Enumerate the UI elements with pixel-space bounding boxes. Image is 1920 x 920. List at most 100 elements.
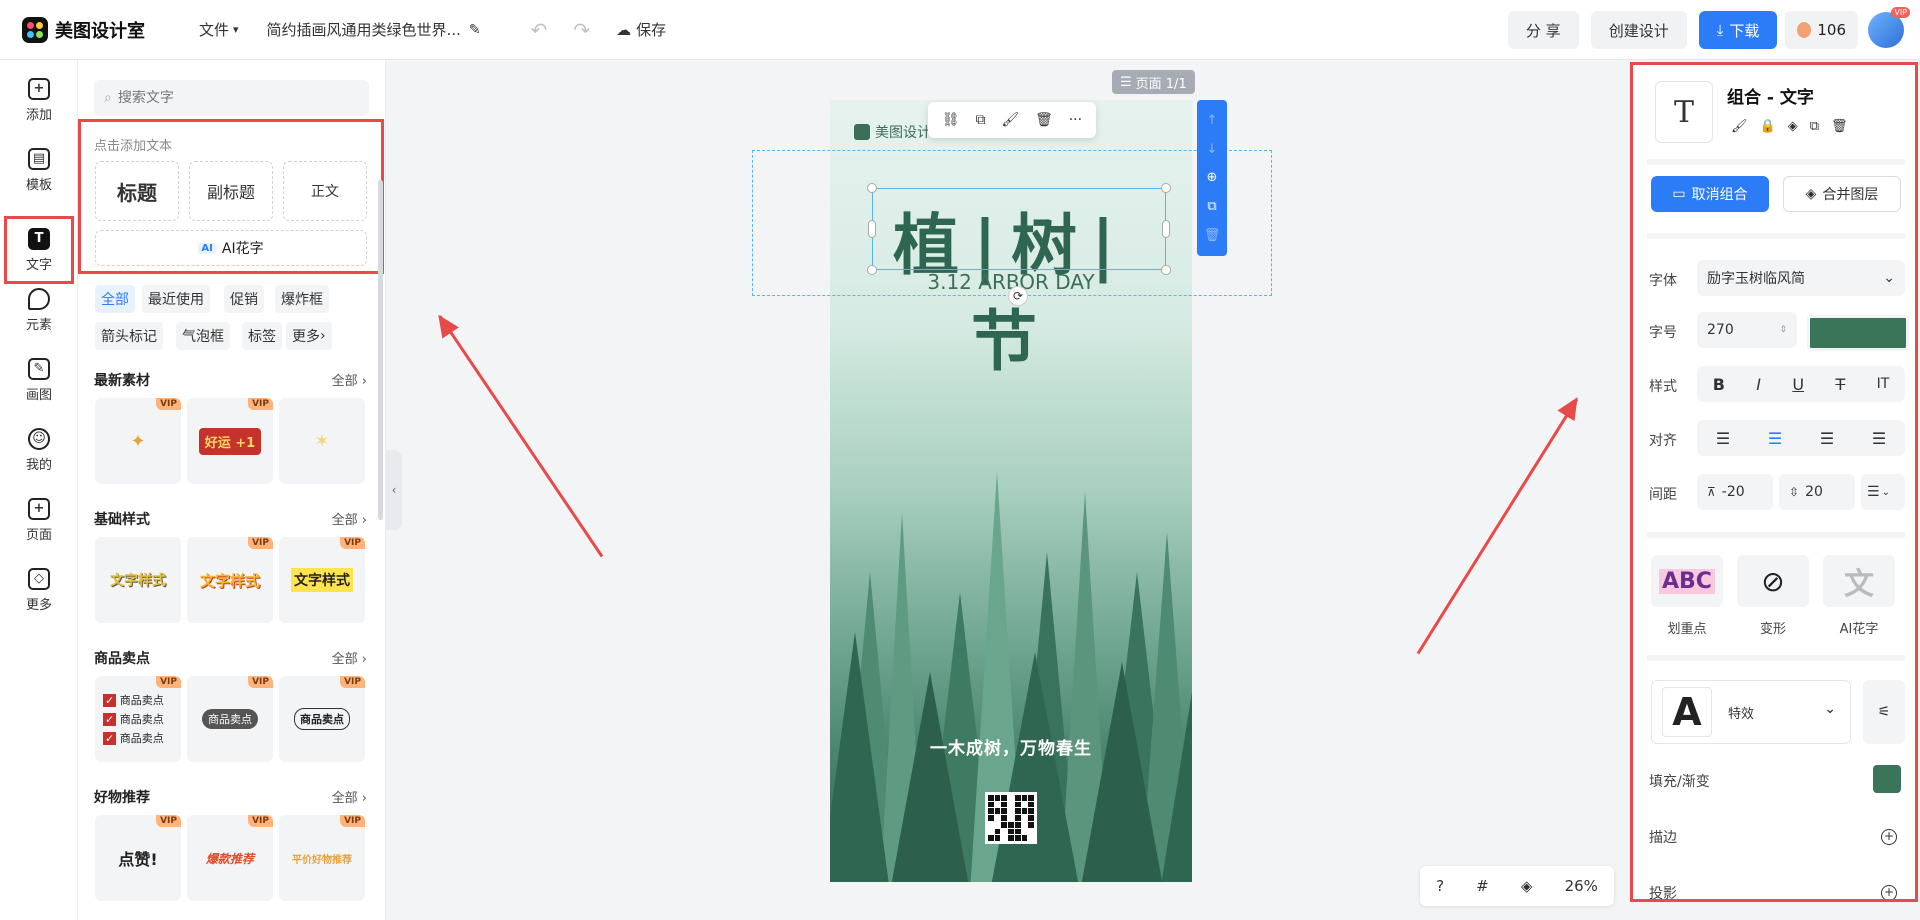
trash-icon[interactable]: 🗑 (1831, 119, 1848, 134)
create-design-button[interactable]: 创建设计 (1590, 11, 1687, 49)
add-subtitle-button[interactable]: 副标题 (189, 161, 273, 221)
line-spacing-input[interactable]: ⇳ 20 (1779, 474, 1855, 510)
resize-handle[interactable] (1162, 220, 1170, 238)
section-all-basic[interactable]: 全部 › (332, 509, 367, 528)
search-box[interactable]: ⌕ (94, 80, 369, 116)
font-select[interactable]: 励字玉树临风简 ⌄ (1697, 260, 1905, 296)
rail-item-template[interactable]: ▤ 模板 (6, 138, 72, 202)
fill-color-swatch[interactable] (1873, 765, 1901, 793)
unlink-icon[interactable]: ⛓ (942, 112, 960, 128)
ai-text-button[interactable]: AI AI花字 (95, 230, 367, 266)
recommend-tile[interactable]: 爆款推荐 VIP (187, 815, 273, 901)
search-input[interactable] (117, 90, 338, 106)
chip-tag[interactable]: 标签 (242, 322, 282, 350)
letter-spacing-input[interactable]: ⊼ -20 (1697, 474, 1773, 510)
strikethrough-icon[interactable]: T (1835, 375, 1845, 394)
avatar[interactable]: VIP (1868, 7, 1910, 48)
transform-card[interactable]: ⊘ (1737, 555, 1809, 607)
format-brush-icon[interactable]: 🖌 (1001, 112, 1019, 128)
resize-handle[interactable] (867, 183, 877, 193)
chip-burst[interactable]: 爆炸框 (275, 285, 329, 313)
duplicate-icon[interactable]: ⧉ (1810, 119, 1819, 134)
help-icon[interactable]: ? (1436, 877, 1444, 895)
align-right-icon[interactable]: ☰ (1820, 429, 1834, 448)
resize-handle[interactable] (1161, 183, 1171, 193)
rail-item-mine[interactable]: ☺ 我的 (6, 418, 72, 482)
add-title-button[interactable]: 标题 (95, 161, 179, 221)
panel-scrollbar[interactable] (378, 180, 383, 520)
resize-handle[interactable] (1161, 265, 1171, 275)
trash-icon[interactable]: 🗑 (1035, 112, 1053, 128)
chip-all[interactable]: 全部 (95, 285, 135, 313)
rail-item-more[interactable]: ◇ 更多 (6, 558, 72, 622)
page-badge[interactable]: ☰ 页面 1/1 (1112, 70, 1195, 94)
coin-balance[interactable]: 106 (1785, 11, 1858, 49)
arrow-up-icon[interactable]: ↑ (1207, 113, 1218, 128)
style-tile[interactable]: 文字样式 VIP (279, 537, 365, 623)
share-button[interactable]: 分 享 (1507, 11, 1579, 49)
selling-tile[interactable]: 商品卖点 VIP (187, 676, 273, 762)
selling-tile[interactable]: ✓ 商品卖点 ✓ 商品卖点 ✓ 商品卖点 VIP (95, 676, 181, 762)
rail-item-text[interactable]: T 文字 (4, 216, 74, 284)
edit-icon[interactable]: ✎ (469, 22, 481, 38)
format-brush-icon[interactable]: 🖌 (1731, 119, 1748, 134)
more-icon[interactable]: ··· (1069, 112, 1082, 128)
file-menu[interactable]: 文件 ▾ (199, 19, 239, 40)
align-justify-icon[interactable]: ☰ (1872, 429, 1886, 448)
collapse-panel-button[interactable]: ‹ (386, 450, 402, 530)
chip-more[interactable]: 更多 › (286, 322, 332, 350)
chip-arrow[interactable]: 箭头标记 (95, 322, 163, 350)
list-style-select[interactable]: ☰ ⌄ (1861, 474, 1905, 510)
rail-item-draw[interactable]: ✎ 画图 (6, 348, 72, 412)
trash-icon[interactable]: 🗑 (1204, 228, 1221, 243)
grid-icon[interactable]: # (1476, 877, 1489, 895)
effect-settings-button[interactable]: ⚟ (1863, 680, 1905, 744)
resize-handle[interactable] (867, 265, 877, 275)
download-button[interactable]: ⤓ 下载 (1698, 11, 1778, 49)
section-all-selling[interactable]: 全部 › (332, 648, 367, 667)
section-all-latest[interactable]: 全部 › (332, 370, 367, 389)
layers-icon[interactable]: ◈ (1788, 119, 1798, 134)
app-logo[interactable]: 美图设计室 (22, 16, 145, 43)
chip-bubble[interactable]: 气泡框 (176, 322, 230, 350)
arrow-down-icon[interactable]: ↓ (1207, 142, 1218, 157)
rail-item-elements[interactable]: 元素 (6, 278, 72, 342)
recommend-tile[interactable]: 平价好物推荐 VIP (279, 815, 365, 901)
ai-text-card[interactable]: 文 (1823, 555, 1895, 607)
chip-promo[interactable]: 促销 (224, 285, 264, 313)
italic-icon[interactable]: I (1756, 375, 1761, 394)
resize-handle[interactable] (868, 220, 876, 238)
add-stroke-icon[interactable]: + (1881, 829, 1897, 845)
highlight-card[interactable]: ABC (1651, 555, 1723, 607)
poster-slogan[interactable]: 一木成树，万物春生 (830, 734, 1192, 759)
add-circle-icon[interactable]: ⊕ (1207, 170, 1218, 185)
sticker-tile[interactable]: ✦ VIP (95, 398, 181, 484)
font-size-stepper[interactable]: 270 ⇕ (1697, 312, 1797, 348)
rail-item-add[interactable]: + 添加 (6, 68, 72, 132)
redo-icon[interactable]: ↷ (573, 18, 590, 42)
selling-tile[interactable]: 商品卖点 VIP (279, 676, 365, 762)
layers-icon[interactable]: ◈ (1521, 877, 1533, 895)
sticker-tile[interactable]: ✶ (279, 398, 365, 484)
duplicate-icon[interactable]: ⧉ (1207, 199, 1216, 214)
underline-icon[interactable]: U (1792, 375, 1804, 394)
align-left-icon[interactable]: ☰ (1716, 429, 1730, 448)
save-button[interactable]: ☁ 保存 (616, 19, 666, 40)
style-tile[interactable]: 文字样式 (95, 537, 181, 623)
add-body-button[interactable]: 正文 (283, 161, 367, 221)
rail-item-page[interactable]: + 页面 (6, 488, 72, 552)
section-all-recommend[interactable]: 全部 › (332, 787, 367, 806)
merge-layers-button[interactable]: ◈ 合并图层 (1783, 176, 1901, 212)
bold-icon[interactable]: B (1713, 375, 1725, 394)
zoom-level[interactable]: 26% (1565, 877, 1598, 895)
align-center-icon[interactable]: ☰ (1768, 429, 1782, 448)
chip-recent[interactable]: 最近使用 (142, 285, 210, 313)
rotate-icon[interactable]: ⟳ (1008, 286, 1028, 306)
recommend-tile[interactable]: 点赞! VIP (95, 815, 181, 901)
effect-select[interactable]: A 特效 ⌄ (1651, 680, 1851, 744)
doc-title[interactable]: 简约插画风通用类绿色世界... ✎ (267, 19, 481, 40)
vertical-text-icon[interactable]: IT (1877, 376, 1890, 392)
lock-icon[interactable]: 🔒 (1760, 119, 1776, 134)
qr-code[interactable] (985, 792, 1037, 844)
undo-icon[interactable]: ↶ (531, 18, 548, 42)
